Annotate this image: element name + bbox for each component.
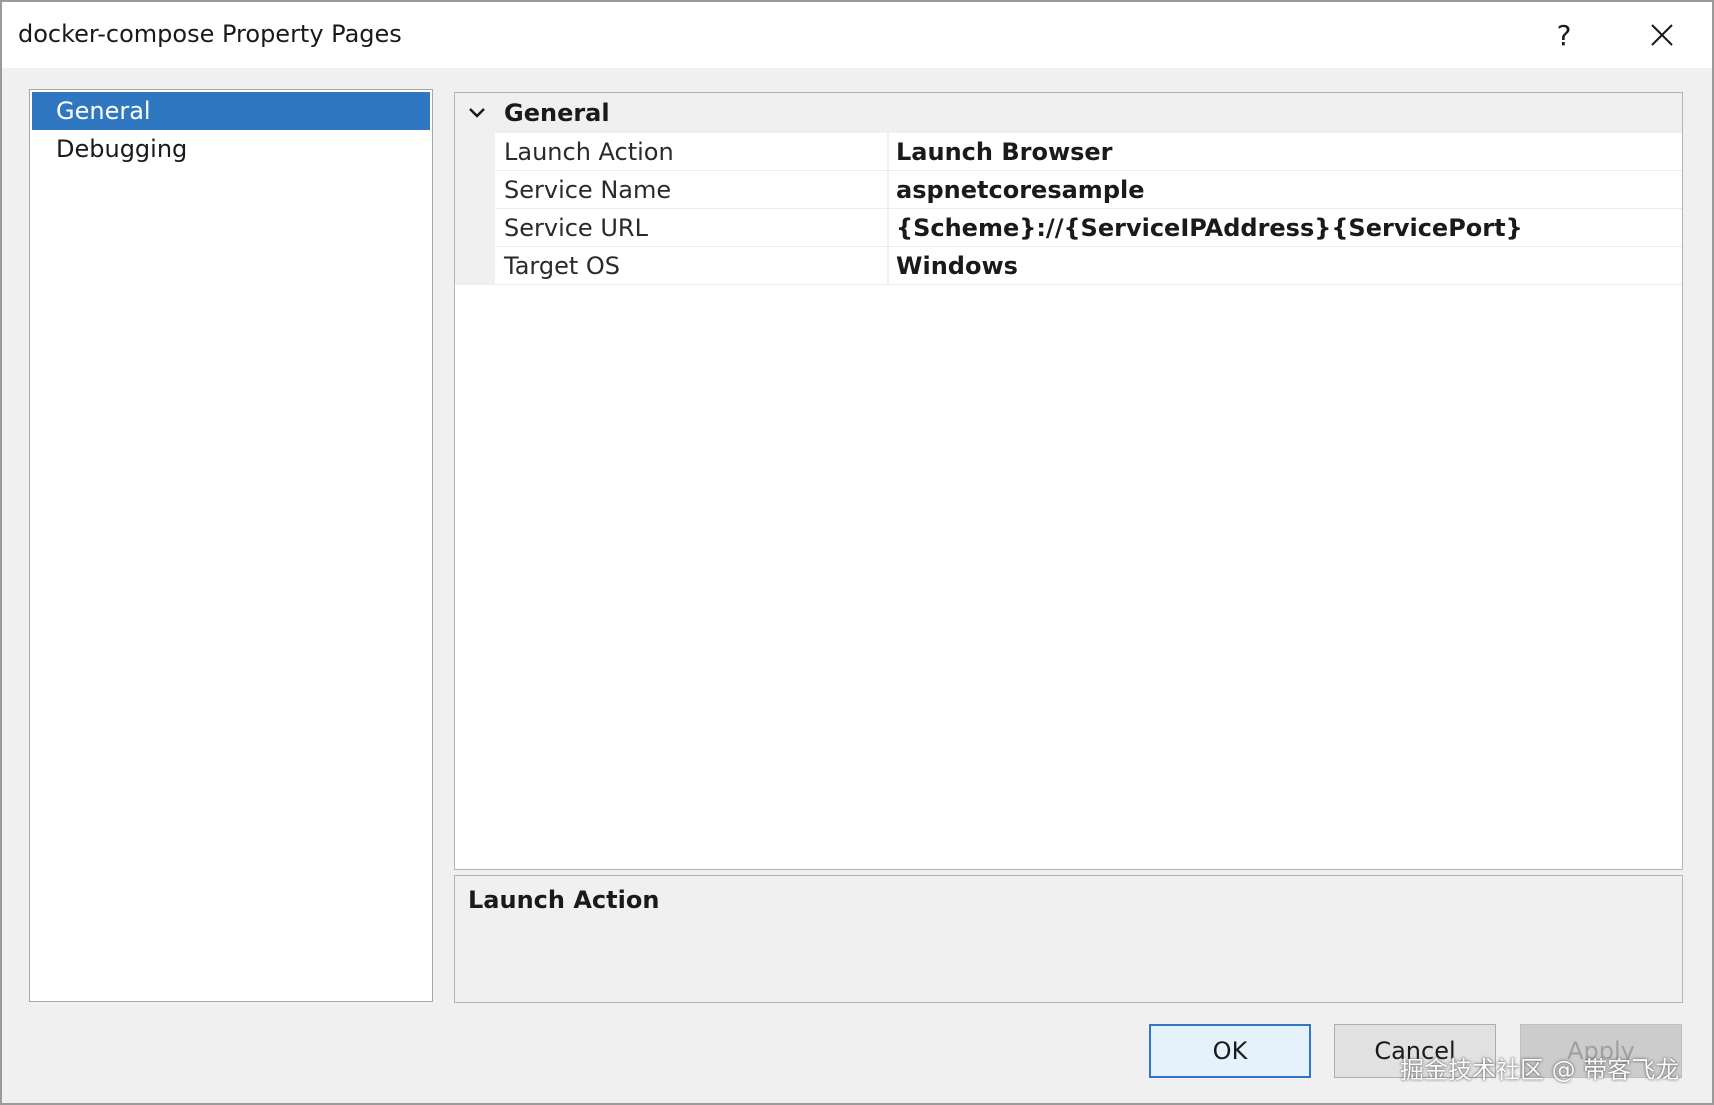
dialog-title: docker-compose Property Pages [18,20,402,48]
property-row-service-name[interactable]: Service Name aspnetcoresample [455,171,1682,209]
collapse-category-button[interactable] [467,103,487,123]
row-gutter [455,247,495,285]
property-row-target-os[interactable]: Target OS Windows [455,247,1682,285]
description-panel: Launch Action [454,875,1683,1003]
row-gutter [455,133,495,171]
property-value[interactable]: Windows [889,247,1682,285]
property-name: Launch Action [504,138,674,166]
nav-item-label: Debugging [56,135,188,163]
nav-item-debugging[interactable]: Debugging [32,130,430,168]
property-value[interactable]: Launch Browser [889,133,1682,171]
row-gutter [455,171,495,209]
property-name: Target OS [504,252,621,280]
nav-item-general[interactable]: General [32,92,430,130]
property-name: Service URL [504,214,648,242]
close-icon [1651,24,1673,46]
category-label: General [504,99,610,127]
help-icon: ? [1556,18,1572,52]
ok-button[interactable]: OK [1149,1024,1311,1078]
description-title: Launch Action [468,886,660,914]
row-divider [495,284,1682,285]
nav-item-label: General [56,97,151,125]
title-bar: docker-compose Property Pages ? [2,2,1712,68]
configuration-nav-tree: General Debugging [29,89,433,1002]
category-row-general: General [455,93,1682,133]
chevron-down-icon [469,108,485,118]
property-value[interactable]: aspnetcoresample [889,171,1682,209]
close-button[interactable] [1632,10,1692,60]
property-row-service-url[interactable]: Service URL {Scheme}://{ServiceIPAddress… [455,209,1682,247]
property-value[interactable]: {Scheme}://{ServiceIPAddress}{ServicePor… [889,209,1682,247]
property-pages-dialog: docker-compose Property Pages ? General … [0,0,1714,1105]
row-gutter [455,209,495,247]
property-row-launch-action[interactable]: Launch Action Launch Browser [455,133,1682,171]
property-grid: General Launch Action Launch Browser Ser… [454,92,1683,870]
property-name: Service Name [504,176,672,204]
help-button[interactable]: ? [1534,10,1594,60]
watermark: 掘金技术社区 @ 带客飞龙 [1400,1056,1680,1084]
